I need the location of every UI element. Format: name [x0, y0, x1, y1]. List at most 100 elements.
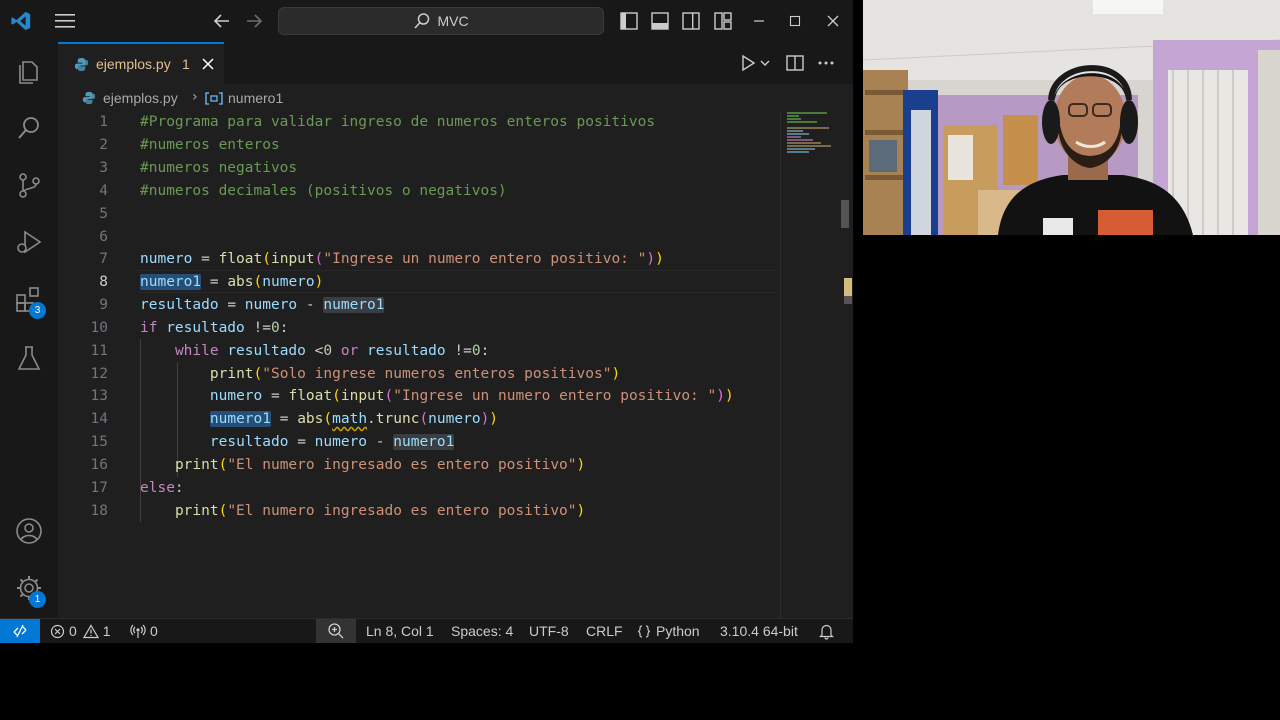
maximize-icon[interactable] — [784, 10, 806, 32]
minimap-line — [787, 151, 809, 153]
line-number: 12 — [90, 366, 108, 382]
zoom-button[interactable] — [316, 619, 356, 643]
line-number: 6 — [99, 229, 108, 245]
error-count: 0 — [69, 623, 77, 639]
zoom-in-icon — [328, 623, 344, 639]
tab-problem-count: 1 — [182, 56, 190, 72]
breadcrumb-symbol[interactable]: numero1 — [228, 90, 283, 106]
flask-icon[interactable] — [14, 343, 44, 373]
line-number: 13 — [90, 388, 108, 404]
encoding[interactable]: UTF-8 — [529, 623, 569, 639]
code-line[interactable]: #numeros negativos — [140, 157, 297, 180]
arrow-left-icon[interactable] — [211, 10, 233, 32]
line-number: 1 — [99, 114, 108, 130]
minimap-line — [787, 115, 799, 117]
files-icon[interactable] — [14, 56, 44, 86]
command-center-search[interactable]: MVC — [278, 7, 604, 35]
remote-icon — [13, 624, 27, 638]
code-line[interactable]: print("El numero ingresado es entero pos… — [140, 500, 585, 523]
toggle-panel-icon[interactable] — [650, 11, 670, 31]
line-number: 4 — [99, 183, 108, 199]
extensions-badge: 3 — [29, 302, 46, 319]
python-interpreter[interactable]: 3.10.4 64-bit — [720, 623, 798, 639]
language-mode[interactable]: Python — [636, 623, 700, 639]
search-icon — [414, 13, 430, 29]
code-line[interactable]: resultado = numero - numero1 — [140, 294, 385, 317]
minimap[interactable] — [780, 112, 837, 618]
status-bar: 0 1 0 Ln 8, Col 1 Spaces: 4 UTF-8 CRLF P… — [0, 618, 853, 643]
cursor-position[interactable]: Ln 8, Col 1 — [366, 623, 434, 639]
account-icon[interactable] — [14, 516, 44, 546]
minimap-line — [787, 142, 821, 144]
line-number: 5 — [99, 206, 108, 222]
minimap-line — [787, 148, 815, 150]
run-debug-icon[interactable] — [14, 227, 44, 257]
arrow-right-icon[interactable] — [243, 10, 265, 32]
breadcrumb-file[interactable]: ejemplos.py — [103, 90, 178, 106]
toggle-sidebar-icon[interactable] — [619, 11, 639, 31]
menu-icon[interactable] — [54, 12, 76, 30]
toggle-secondary-sidebar-icon[interactable] — [681, 11, 701, 31]
minimap-line — [787, 139, 813, 141]
vertical-scrollbar[interactable] — [840, 112, 853, 618]
code-line[interactable]: print("El numero ingresado es entero pos… — [140, 454, 585, 477]
line-number: 16 — [90, 457, 108, 473]
screen: MVC 3 1 ejemplos.py 1 ejemplos.py › nume… — [0, 0, 1280, 720]
tab-label: ejemplos.py — [96, 56, 171, 72]
broadcast-icon — [130, 624, 146, 638]
code-line[interactable]: numero1 = abs(numero) — [140, 271, 323, 294]
code-line[interactable]: while resultado <0 or resultado !=0: — [140, 340, 489, 363]
code-line[interactable]: print("Solo ingrese numeros enteros posi… — [140, 363, 620, 386]
source-control-icon[interactable] — [14, 170, 44, 200]
minimap-line — [787, 145, 831, 147]
search-icon[interactable] — [14, 113, 44, 143]
tab-ejemplos-py[interactable]: ejemplos.py 1 — [58, 42, 224, 84]
indentation[interactable]: Spaces: 4 — [451, 623, 513, 639]
code-line[interactable]: numero = float(input("Ingrese un numero … — [140, 385, 734, 408]
python-file-icon — [74, 57, 89, 72]
code-line[interactable]: #Programa para validar ingreso de numero… — [140, 111, 655, 134]
remote-indicator[interactable] — [0, 619, 40, 643]
problems-indicator[interactable]: 0 1 — [50, 623, 111, 639]
code-line[interactable]: if resultado !=0: — [140, 317, 288, 340]
scrollbar-marker — [844, 296, 852, 304]
line-number: 15 — [90, 434, 108, 450]
line-number: 3 — [99, 160, 108, 176]
code-line[interactable]: numero = float(input("Ingrese un numero … — [140, 248, 664, 271]
line-number: 10 — [90, 320, 108, 336]
chevron-down-icon[interactable] — [758, 53, 772, 73]
python-file-icon — [82, 91, 96, 105]
line-number: 14 — [90, 411, 108, 427]
code-line[interactable]: #numeros decimales (positivos o negativo… — [140, 180, 507, 203]
vscode-window: MVC 3 1 ejemplos.py 1 ejemplos.py › nume… — [0, 0, 853, 643]
vscode-logo-icon — [11, 11, 31, 31]
scrollbar-slider[interactable] — [841, 200, 849, 228]
manage-badge: 1 — [29, 591, 46, 608]
minimap-line — [787, 136, 801, 138]
close-icon[interactable] — [200, 56, 216, 72]
close-icon[interactable] — [822, 10, 844, 32]
webcam-image — [863, 0, 1280, 235]
customize-layout-icon[interactable] — [713, 11, 733, 31]
end-of-line[interactable]: CRLF — [586, 623, 623, 639]
minimize-icon[interactable] — [748, 10, 770, 32]
line-number: 9 — [99, 297, 108, 313]
code-editor[interactable]: 1 2 3 4 5 6 7 8 9 10 11 12 13 14 15 16 1… — [58, 112, 778, 618]
bell-icon[interactable] — [818, 623, 835, 640]
more-actions-icon[interactable] — [816, 53, 836, 73]
variable-symbol-icon — [205, 92, 223, 105]
code-line[interactable]: #numeros enteros — [140, 134, 280, 157]
minimap-line — [787, 127, 829, 129]
line-number-active: 8 — [99, 274, 108, 290]
warning-icon — [82, 623, 99, 638]
minimap-line — [787, 118, 801, 120]
minimap-line — [787, 130, 803, 132]
line-number: 7 — [99, 251, 108, 267]
ports-indicator[interactable]: 0 — [130, 623, 158, 639]
line-number: 11 — [90, 343, 108, 359]
split-editor-icon[interactable] — [785, 53, 805, 73]
run-python-file-icon[interactable] — [738, 53, 758, 73]
code-line[interactable]: else: — [140, 477, 184, 500]
code-line[interactable]: resultado = numero - numero1 — [140, 431, 455, 454]
code-line[interactable]: numero1 = abs(math.trunc(numero)) — [140, 408, 498, 431]
